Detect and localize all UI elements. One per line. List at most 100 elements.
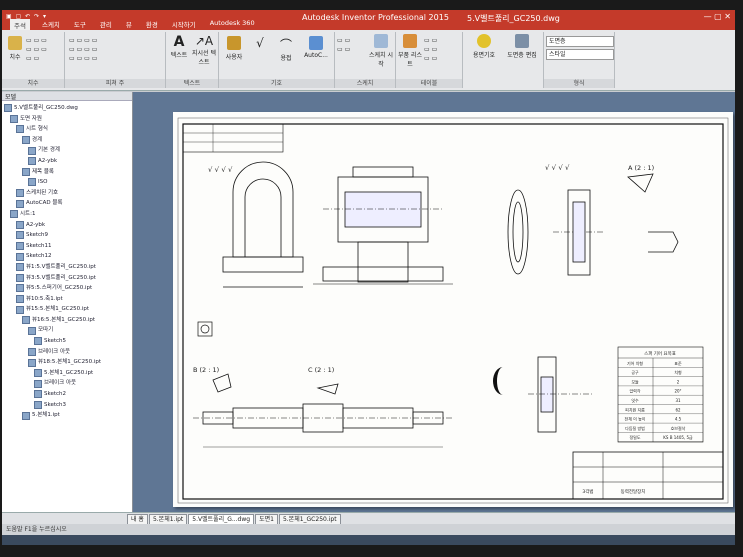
browser-node-icon [22, 411, 30, 420]
layer-dropdown[interactable]: 도면층 [546, 36, 614, 47]
weld-button[interactable]: ⌒ 용접 [275, 36, 297, 62]
browser-node-icon [34, 400, 42, 409]
datum-button[interactable]: 용면기호 [469, 34, 499, 59]
browser-item[interactable]: 뷰1:5.V벨트풀리_GC250.ipt [4, 262, 132, 273]
model-browser: 모델 5.V벨트풀리_GC250.dwg 도면 자원 시트 형식 경계 기본 경계 A2-… [2, 92, 133, 512]
detail-a-shape [627, 173, 654, 193]
browser-item-label: 모따기 [38, 327, 54, 334]
detail-b-label: B (2 : 1) [193, 366, 219, 374]
browser-item[interactable]: 5.V벨트풀리_GC250.dwg [4, 103, 132, 114]
check-icon: √ [256, 36, 264, 50]
gear-table-value: KS B 1405, 5급 [663, 435, 693, 440]
browser-item[interactable]: A2-ybk [4, 220, 132, 231]
browser-item[interactable]: Sketch11 [4, 241, 132, 252]
layer-icon [515, 34, 529, 48]
browser-item[interactable]: 모따기 [4, 325, 132, 336]
finish-button[interactable]: √ [249, 36, 271, 50]
gear-table-key: 모듈 [631, 378, 639, 384]
center-mark-symbol [197, 321, 213, 337]
browser-item-label: Sketch3 [44, 401, 67, 408]
gear-table-key: 잇수 [631, 397, 639, 403]
browser-item[interactable]: 브레이크 아웃 [4, 347, 132, 358]
browser-node-icon [34, 379, 42, 388]
leader-text-button[interactable]: ↗A 지시선 텍스트 [192, 34, 216, 66]
browser-item-label: Sketch2 [44, 391, 67, 398]
title-block: 동력전달장치 3각법 [572, 451, 724, 500]
browser-node-icon [4, 104, 12, 113]
sketch-small-tools[interactable]: ▭ ▭ ▭ ▭ [337, 36, 367, 54]
browser-item[interactable]: 뷰10:5.축1.ipt [4, 294, 132, 305]
window-controls[interactable]: — ▢ ✕ [704, 12, 731, 21]
browser-node-icon [28, 178, 36, 187]
ribbon-group-symbols: 사용자 √ ⌒ 용접 AutoC... 기호 [219, 32, 335, 88]
browser-item[interactable]: Sketch9 [4, 230, 132, 241]
browser-node-icon [16, 199, 24, 208]
browser-item-label: 시트:1 [20, 210, 36, 217]
drawing-edit-button[interactable]: 도면층 편집 [505, 34, 539, 59]
browser-item[interactable]: 시트 형식 [4, 124, 132, 135]
ribbon-group-feature: ▭ ▭ ▭ ▭ ▭ ▭ ▭ ▭ ▭ ▭ ▭ ▭ 피쳐 주 [65, 32, 166, 88]
browser-item[interactable]: Sketch5 [4, 336, 132, 347]
gear-table-value: 62 [675, 407, 681, 412]
browser-item[interactable]: 시트:1 [4, 209, 132, 220]
browser-item[interactable]: 5.본체1.ipt [4, 410, 132, 421]
browser-item[interactable]: 뷰16:5.본체1_GC250.ipt [4, 315, 132, 326]
browser-item[interactable]: 뷰3:5.V벨트풀리_GC250.ipt [4, 273, 132, 284]
browser-item[interactable]: ISO [4, 177, 132, 188]
browser-item-label: Sketch12 [26, 253, 52, 260]
body-side-view [222, 161, 304, 288]
browser-item[interactable]: AutoCAD 블록 [4, 198, 132, 209]
browser-item[interactable]: 제목 블록 [4, 167, 132, 178]
browser-item[interactable]: 뷰5:5.스퍼기어_GC250.ipt [4, 283, 132, 294]
drawing-canvas[interactable]: √ √ √ √ √ √ √ √ A (2: 1) B (2: 1) C (2… [133, 92, 735, 512]
gear-table-key: 압력각 [629, 388, 640, 394]
browser-node-icon [16, 125, 24, 134]
shaft-view [193, 403, 453, 448]
browser-item[interactable]: Sketch12 [4, 251, 132, 262]
browser-item-label: Sketch5 [44, 338, 67, 345]
browser-item-label: A2-ybk [26, 221, 46, 228]
dimension-button[interactable]: 치수 [6, 36, 24, 61]
datum-icon [477, 34, 491, 48]
inventor-window: ▣ ▢ ↶ ↷ ▾ Autodesk Inventor Professional… [2, 10, 735, 545]
gear-spec-table: 스퍼 기어 요목표 기어 치형 표준공구 치형모듈 2 압력각 20° 잇수 31 피치원 지름… [617, 346, 704, 443]
browser-node-icon [16, 263, 24, 272]
parts-list-button[interactable]: 부품 리스트 [398, 34, 422, 68]
document-title: 5.V벨트풀리_GC250.dwg [467, 14, 560, 23]
drawing-sheet[interactable]: √ √ √ √ √ √ √ √ A (2: 1) B (2: 1) C (2… [173, 112, 733, 507]
app-title: Autodesk Inventor Professional 2015 [302, 13, 449, 22]
detail-b-shape [212, 373, 232, 393]
browser-node-icon [28, 157, 36, 166]
browser-item[interactable]: 뷰15:5.본체1_GC250.ipt [4, 304, 132, 315]
gear-table-key: 공구 [631, 370, 639, 375]
browser-node-icon [16, 242, 24, 251]
feature-notes-tools[interactable]: ▭ ▭ ▭ ▭ ▭ ▭ ▭ ▭ ▭ ▭ ▭ ▭ [69, 36, 159, 63]
gear-table-key: 기어 치형 [627, 360, 643, 366]
browser-node-icon [22, 167, 30, 176]
surface-button[interactable]: 사용자 [221, 36, 247, 61]
ribbon-group-dimension: 치수 ▭ ▭ ▭ ▭ ▭ ▭ ▭ ▭ 치수 [2, 32, 65, 88]
browser-item[interactable]: 경계 [4, 135, 132, 146]
gear-table-value: 20° [674, 389, 681, 394]
ribbon-group-table: 부품 리스트 ▭ ▭ ▭ ▭ ▭ ▭ 테이블 [396, 32, 463, 88]
style-dropdown[interactable]: 스타일 [546, 49, 614, 60]
text-button[interactable]: A 텍스트 [168, 34, 190, 59]
dimension-tools[interactable]: ▭ ▭ ▭ ▭ ▭ ▭ ▭ ▭ [26, 36, 62, 63]
detail-a-label: A (2 : 1) [628, 164, 654, 172]
browser-item[interactable]: Sketch2 [4, 389, 132, 400]
autocad-button[interactable]: AutoC... [301, 36, 331, 59]
browser-item[interactable]: 도면 자원 [4, 114, 132, 125]
browser-item[interactable]: 스케치된 기호 [4, 188, 132, 199]
pulley-views [507, 189, 603, 276]
browser-node-icon [16, 294, 24, 303]
browser-item[interactable]: 5.본체1_GC250.ipt [4, 368, 132, 379]
browser-item[interactable]: A2-ybk [4, 156, 132, 167]
browser-node-icon [34, 390, 42, 399]
browser-item[interactable]: 기본 경계 [4, 145, 132, 156]
browser-item[interactable]: 뷰18:5.본체1_GC250.ipt [4, 357, 132, 368]
browser-item[interactable]: Sketch3 [4, 400, 132, 411]
browser-item[interactable]: 브레이크 아웃 [4, 378, 132, 389]
sketch-start-button[interactable]: 스케치 시작 [369, 34, 393, 68]
table-tools[interactable]: ▭ ▭ ▭ ▭ ▭ ▭ [424, 36, 460, 63]
browser-node-icon [16, 284, 24, 293]
